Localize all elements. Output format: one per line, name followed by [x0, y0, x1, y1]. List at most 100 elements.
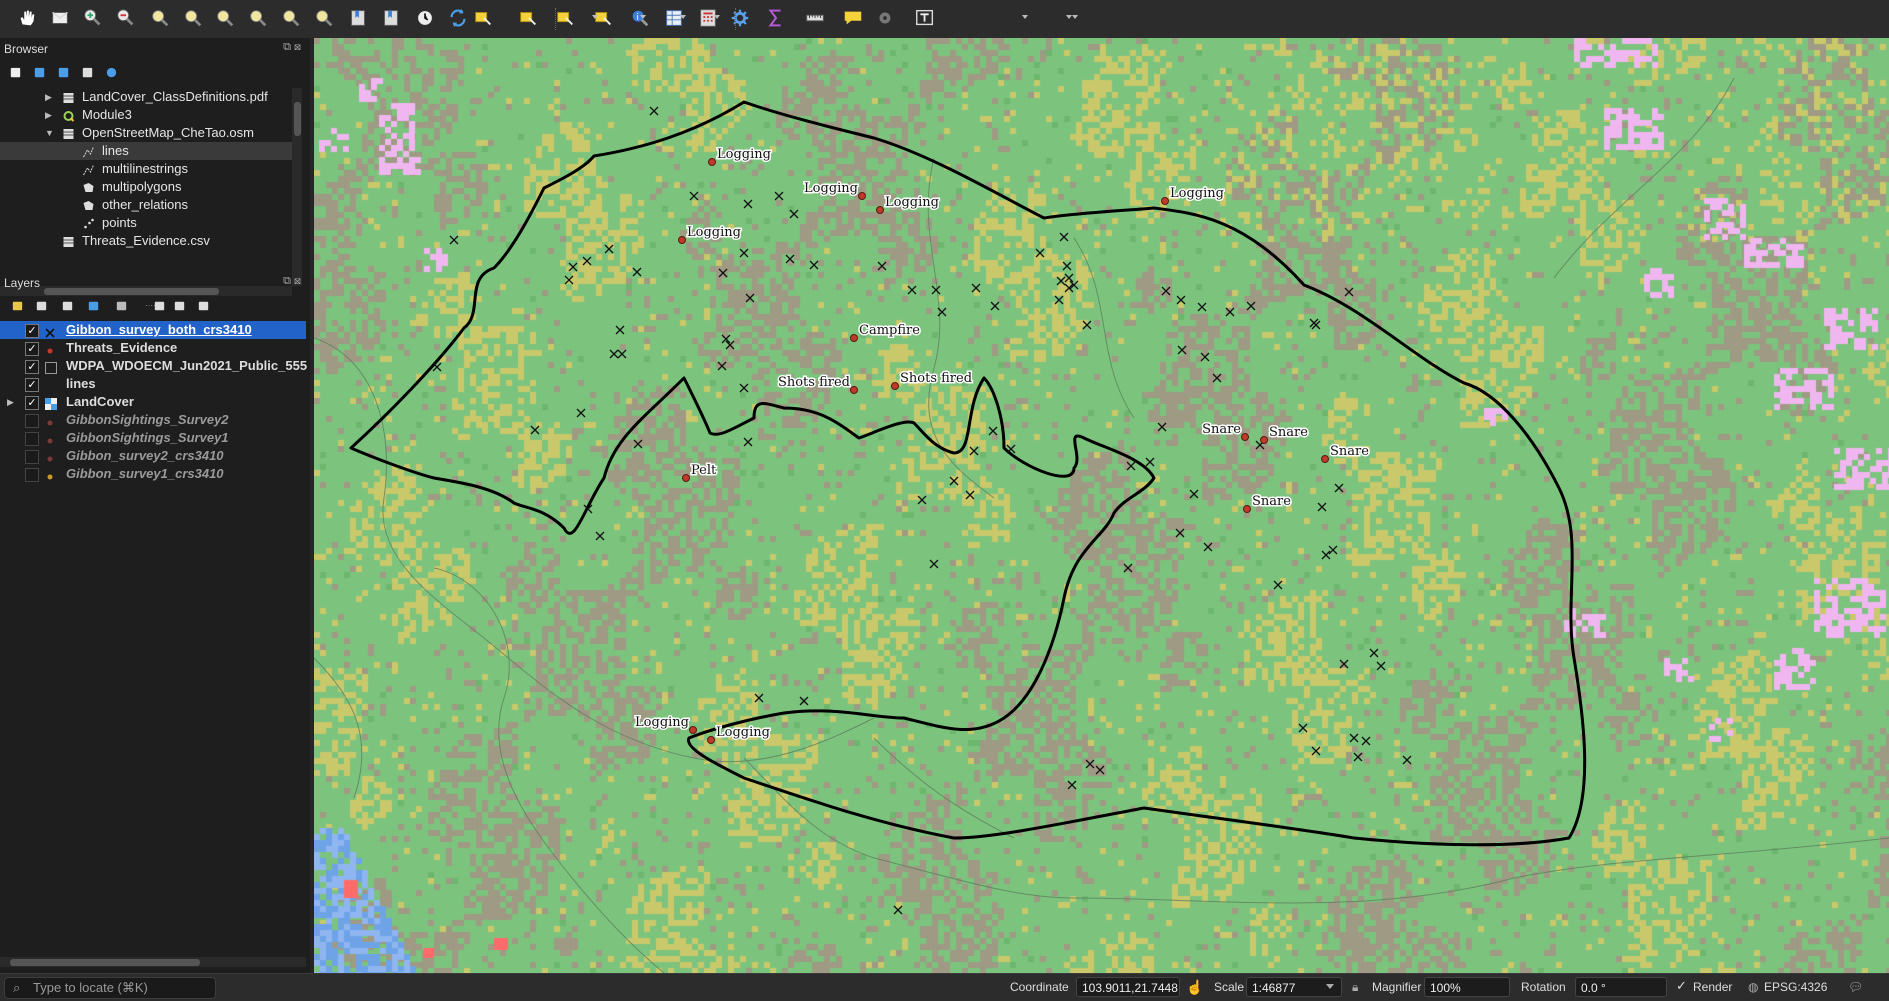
expand-arrow-icon[interactable]: ▶ — [45, 88, 52, 106]
messages-icon[interactable]: 💬︎ — [1848, 980, 1863, 994]
remove-layer-icon[interactable] — [194, 296, 212, 314]
decorations-icon[interactable] — [872, 5, 898, 31]
zoom-full-icon[interactable] — [147, 5, 173, 31]
gibbon-sighting-marker — [1321, 550, 1331, 560]
browser-item[interactable]: multilinestrings — [0, 160, 292, 178]
select-features-icon[interactable] — [470, 5, 496, 31]
select-by-value-icon[interactable] — [515, 5, 541, 31]
layer-visibility-checkbox[interactable] — [25, 432, 39, 446]
gibbon-sighting-marker — [1212, 373, 1222, 383]
locator-search[interactable]: ⌕ Type to locate (⌘K) — [4, 977, 216, 999]
zoom-next-icon[interactable] — [311, 5, 337, 31]
lock-icon[interactable]: 🔒︎ — [1352, 980, 1358, 995]
browser-item[interactable]: ▼ OpenStreetMap_CheTao.osm — [0, 124, 292, 142]
show-bookmarks-icon[interactable] — [378, 5, 404, 31]
layer-item[interactable]: ✓ lines — [0, 375, 306, 393]
zoom-out-icon[interactable] — [113, 5, 139, 31]
filter-legend-icon[interactable] — [84, 296, 102, 314]
expand-all-icon[interactable] — [150, 296, 168, 314]
zoom-native-icon[interactable] — [245, 5, 271, 31]
layer-item[interactable]: GibbonSightings_Survey2 — [0, 411, 306, 429]
vector-layers: Logging Logging Logging Logging Logging Campf… — [314, 77, 1889, 973]
add-selected-icon[interactable] — [6, 63, 24, 81]
new-bookmark-icon[interactable] — [345, 5, 371, 31]
browser-item-label: Module3 — [82, 107, 132, 122]
browser-item[interactable]: ▶ Module3 — [0, 106, 292, 124]
chevron-down-icon[interactable] — [640, 15, 646, 19]
coordinate-field[interactable]: 103.9011,21.7448 — [1076, 977, 1180, 997]
chevron-down-icon[interactable] — [1022, 15, 1028, 19]
processing-toolbox-icon[interactable] — [727, 5, 753, 31]
map-canvas[interactable]: Logging Logging Logging Logging Logging Campf… — [314, 38, 1889, 973]
layer-visibility-checkbox[interactable]: ✓ — [25, 342, 39, 356]
layer-item[interactable]: Gibbon_survey2_crs3410 — [0, 447, 306, 465]
pan-hand-icon[interactable] — [14, 5, 40, 31]
layer-visibility-checkbox[interactable]: ✓ — [25, 378, 39, 392]
browser-item[interactable]: multipolygons — [0, 178, 292, 196]
browser-hscrollbar[interactable] — [0, 286, 292, 296]
layer-item[interactable]: Gibbon_survey1_crs3410 — [0, 465, 306, 483]
browser-scrollbar[interactable] — [292, 88, 302, 286]
layer-item[interactable]: ✓ WDPA_WDOECM_Jun2021_Public_555 — [0, 357, 307, 375]
collapse-all-icon[interactable] — [78, 63, 96, 81]
expand-arrow-icon[interactable]: ▶ — [7, 393, 14, 411]
filter-expression-icon[interactable] — [112, 296, 130, 314]
chevron-down-icon[interactable] — [1072, 15, 1078, 19]
layer-visibility-checkbox[interactable]: ✓ — [25, 324, 39, 338]
layers-panel-controls[interactable]: ⧉⊠ — [283, 275, 304, 288]
gibbon-sighting-marker — [1056, 276, 1066, 286]
render-checkbox[interactable]: ✓ — [1676, 978, 1687, 994]
layer-item-label: Gibbon_survey_both_crs3410 — [66, 322, 252, 337]
gibbon-sighting-marker — [1067, 780, 1077, 790]
layer-visibility-checkbox[interactable] — [25, 414, 39, 428]
filter-icon[interactable] — [54, 63, 72, 81]
mouse-coordinate-icon[interactable]: ☝ — [1186, 979, 1203, 996]
crs-globe-icon[interactable]: ◍ — [1748, 980, 1758, 994]
threat-label: Logging — [687, 225, 741, 240]
layer-visibility-checkbox[interactable]: ✓ — [25, 360, 39, 374]
layer-visibility-checkbox[interactable] — [25, 450, 39, 464]
layer-item[interactable]: ✓ Gibbon_survey_both_crs3410 — [0, 321, 306, 339]
layer-visibility-checkbox[interactable] — [25, 468, 39, 482]
properties-icon[interactable] — [102, 63, 120, 81]
browser-item[interactable]: ▶ LandCover_ClassDefinitions.pdf — [0, 88, 292, 106]
x-marker-icon — [45, 325, 55, 338]
zoom-in-icon[interactable] — [80, 5, 106, 31]
crs-label[interactable]: EPSG:4326 — [1764, 980, 1827, 994]
map-tips-icon[interactable] — [840, 5, 866, 31]
browser-item[interactable]: points — [0, 214, 292, 232]
layer-item[interactable]: ✓ Threats_Evidence — [0, 339, 306, 357]
chevron-down-icon[interactable] — [680, 15, 686, 19]
manage-visibility-icon[interactable] — [58, 296, 76, 314]
collapse-arrow-icon[interactable]: ▼ — [45, 124, 54, 142]
temporal-controller-icon[interactable] — [412, 5, 438, 31]
browser-item[interactable]: Threats_Evidence.csv — [0, 232, 292, 250]
browser-item[interactable]: lines — [0, 142, 292, 160]
pan-to-selection-icon[interactable] — [47, 5, 73, 31]
zoom-to-selection-icon[interactable] — [180, 5, 206, 31]
refresh-icon[interactable] — [445, 5, 471, 31]
collapse-all-icon[interactable] — [170, 296, 188, 314]
chevron-down-icon[interactable] — [714, 15, 720, 19]
zoom-last-icon[interactable] — [278, 5, 304, 31]
scale-dropdown-chevron-icon[interactable] — [1326, 984, 1334, 989]
layer-visibility-checkbox[interactable]: ✓ — [25, 396, 39, 410]
browser-item-label: other_relations — [102, 197, 188, 212]
chevron-down-icon[interactable] — [592, 15, 598, 19]
open-layer-styling-icon[interactable] — [8, 296, 26, 314]
layers-hscrollbar[interactable] — [0, 957, 306, 967]
expand-arrow-icon[interactable]: ▶ — [45, 106, 52, 124]
text-annotation-icon[interactable] — [912, 5, 938, 31]
browser-panel-controls[interactable]: ⧉⊠ — [283, 41, 304, 54]
layer-item[interactable]: GibbonSightings_Survey1 — [0, 429, 306, 447]
layer-item[interactable]: ▶ ✓ LandCover — [0, 393, 306, 411]
magnifier-field[interactable]: 100% — [1424, 977, 1510, 997]
rotation-field[interactable]: 0.0 ° — [1575, 977, 1667, 997]
add-group-icon[interactable] — [32, 296, 50, 314]
statistics-sigma-icon[interactable] — [763, 5, 789, 31]
refresh-icon[interactable] — [30, 63, 48, 81]
measure-line-icon[interactable] — [802, 5, 828, 31]
zoom-to-layer-icon[interactable] — [212, 5, 238, 31]
gibbon-sighting-marker — [1334, 483, 1344, 493]
browser-item[interactable]: other_relations — [0, 196, 292, 214]
